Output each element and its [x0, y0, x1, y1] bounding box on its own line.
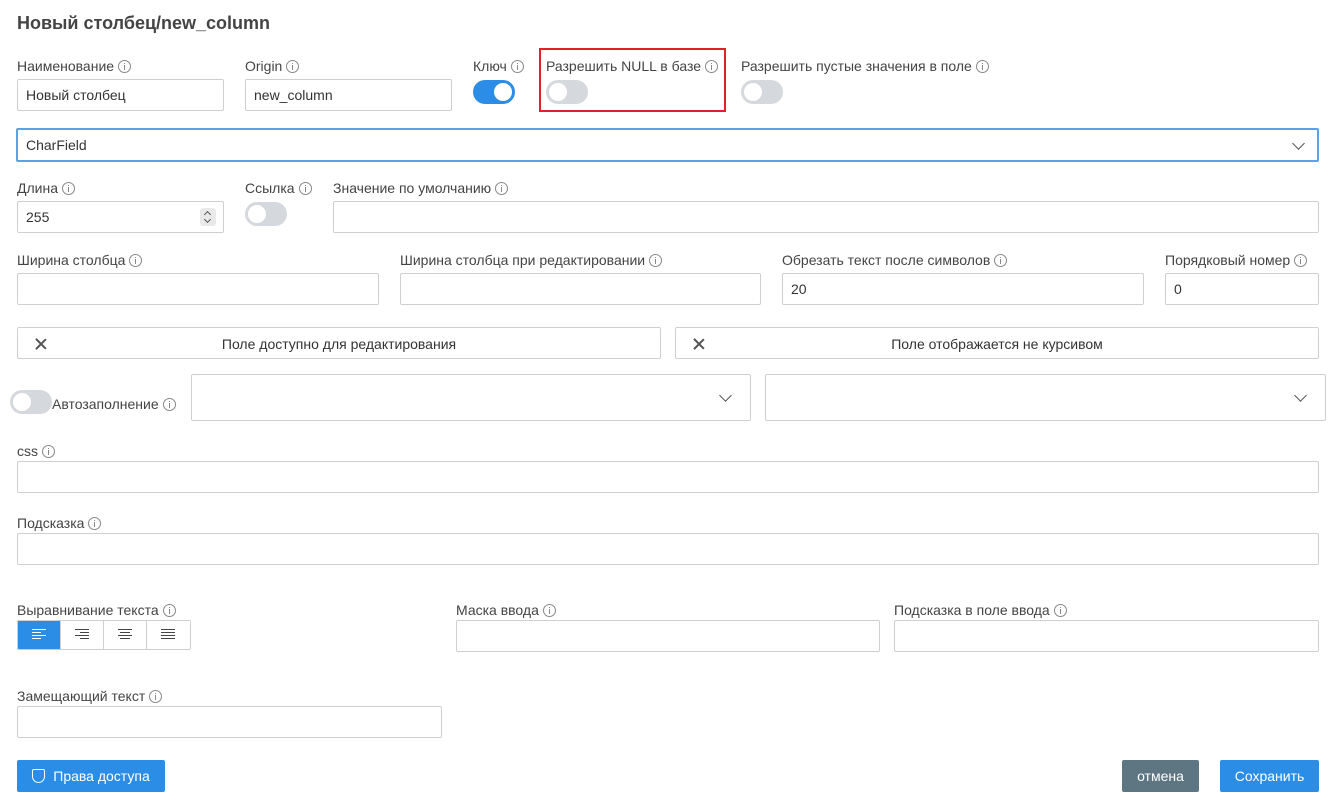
text-align-group [17, 620, 191, 650]
allow-blank-toggle[interactable] [741, 80, 783, 104]
edit-width-input[interactable] [400, 273, 761, 305]
align-justify-button[interactable] [147, 621, 190, 649]
order-input[interactable] [1165, 273, 1319, 305]
hint-label: Подсказка [17, 515, 102, 531]
origin-input[interactable] [245, 79, 452, 111]
align-center-button[interactable] [104, 621, 147, 649]
link-label: Ссылка [245, 180, 312, 196]
info-icon[interactable] [162, 603, 176, 617]
length-input[interactable] [17, 201, 224, 233]
info-icon[interactable] [286, 59, 300, 73]
info-icon[interactable] [162, 397, 176, 411]
name-label: Наименование [17, 58, 132, 74]
default-value-label: Значение по умолчанию [333, 180, 509, 196]
info-icon[interactable] [88, 516, 102, 530]
placeholder-input[interactable] [17, 706, 442, 738]
save-button[interactable]: Сохранить [1220, 760, 1319, 792]
name-input[interactable] [17, 79, 224, 111]
info-icon[interactable] [62, 181, 75, 195]
align-left-button[interactable] [18, 621, 61, 649]
chevron-down-icon [1292, 137, 1305, 150]
origin-label: Origin [245, 58, 300, 74]
edit-width-label: Ширина столбца при редактировании [400, 252, 663, 268]
chevron-down-icon [1294, 389, 1307, 402]
truncate-label: Обрезать текст после символов [782, 252, 1008, 268]
chevron-down-icon [719, 389, 732, 402]
page-title: Новый столбец/new_column [17, 13, 271, 33]
cancel-button[interactable]: отмена [1122, 760, 1199, 792]
info-icon[interactable] [1294, 253, 1308, 267]
autofill-source-select[interactable] [191, 374, 751, 421]
autofill-field-select[interactable] [765, 374, 1326, 421]
info-icon[interactable] [510, 59, 524, 73]
access-rights-button[interactable]: Права доступа [17, 760, 165, 792]
align-center-icon [118, 629, 132, 640]
input-hint-label: Подсказка в поле ввода [894, 602, 1067, 618]
autofill-toggle[interactable] [10, 390, 52, 414]
link-toggle[interactable] [245, 202, 287, 226]
length-label: Длина [17, 180, 75, 196]
column-width-label: Ширина столбца [17, 252, 143, 268]
info-icon[interactable] [149, 689, 163, 703]
css-label: css [17, 443, 55, 459]
input-mask-input[interactable] [456, 620, 880, 652]
info-icon[interactable] [705, 59, 719, 73]
align-right-button[interactable] [61, 621, 104, 649]
input-mask-label: Маска ввода [456, 602, 556, 618]
input-hint-input[interactable] [894, 620, 1319, 652]
shield-icon [32, 769, 46, 783]
css-input[interactable] [17, 461, 1319, 493]
align-justify-icon [161, 629, 175, 640]
info-icon[interactable] [42, 444, 55, 458]
info-icon[interactable] [129, 253, 143, 267]
align-right-icon [75, 629, 89, 640]
info-icon[interactable] [495, 181, 509, 195]
info-icon[interactable] [118, 59, 132, 73]
default-value-input[interactable] [333, 201, 1319, 233]
allow-blank-label: Разрешить пустые значения в поле [741, 58, 989, 74]
info-icon[interactable] [1053, 603, 1067, 617]
info-icon[interactable] [994, 253, 1008, 267]
order-label: Порядковый номер [1165, 252, 1308, 268]
info-icon[interactable] [649, 253, 663, 267]
info-icon[interactable] [542, 603, 556, 617]
field-type-select[interactable]: CharField [16, 128, 1319, 162]
text-align-label: Выравнивание текста [17, 602, 176, 618]
length-field [17, 201, 224, 233]
placeholder-label: Замещающий текст [17, 688, 163, 704]
hint-input[interactable] [17, 533, 1319, 565]
allow-null-label: Разрешить NULL в базе [546, 58, 719, 74]
info-icon[interactable] [975, 59, 989, 73]
field-type-value: CharField [26, 137, 87, 153]
stepper-arrows-icon[interactable] [200, 208, 216, 226]
info-icon[interactable] [298, 181, 312, 195]
editable-chip[interactable]: Поле доступно для редактирования [17, 327, 661, 359]
align-left-icon [32, 629, 46, 640]
key-toggle[interactable] [473, 80, 515, 104]
truncate-input[interactable] [782, 273, 1144, 305]
allow-null-toggle[interactable] [546, 80, 588, 104]
autofill-label: Автозаполнение [52, 396, 176, 412]
italic-chip[interactable]: Поле отображается не курсивом [675, 327, 1319, 359]
column-width-input[interactable] [17, 273, 379, 305]
key-label: Ключ [473, 58, 524, 74]
